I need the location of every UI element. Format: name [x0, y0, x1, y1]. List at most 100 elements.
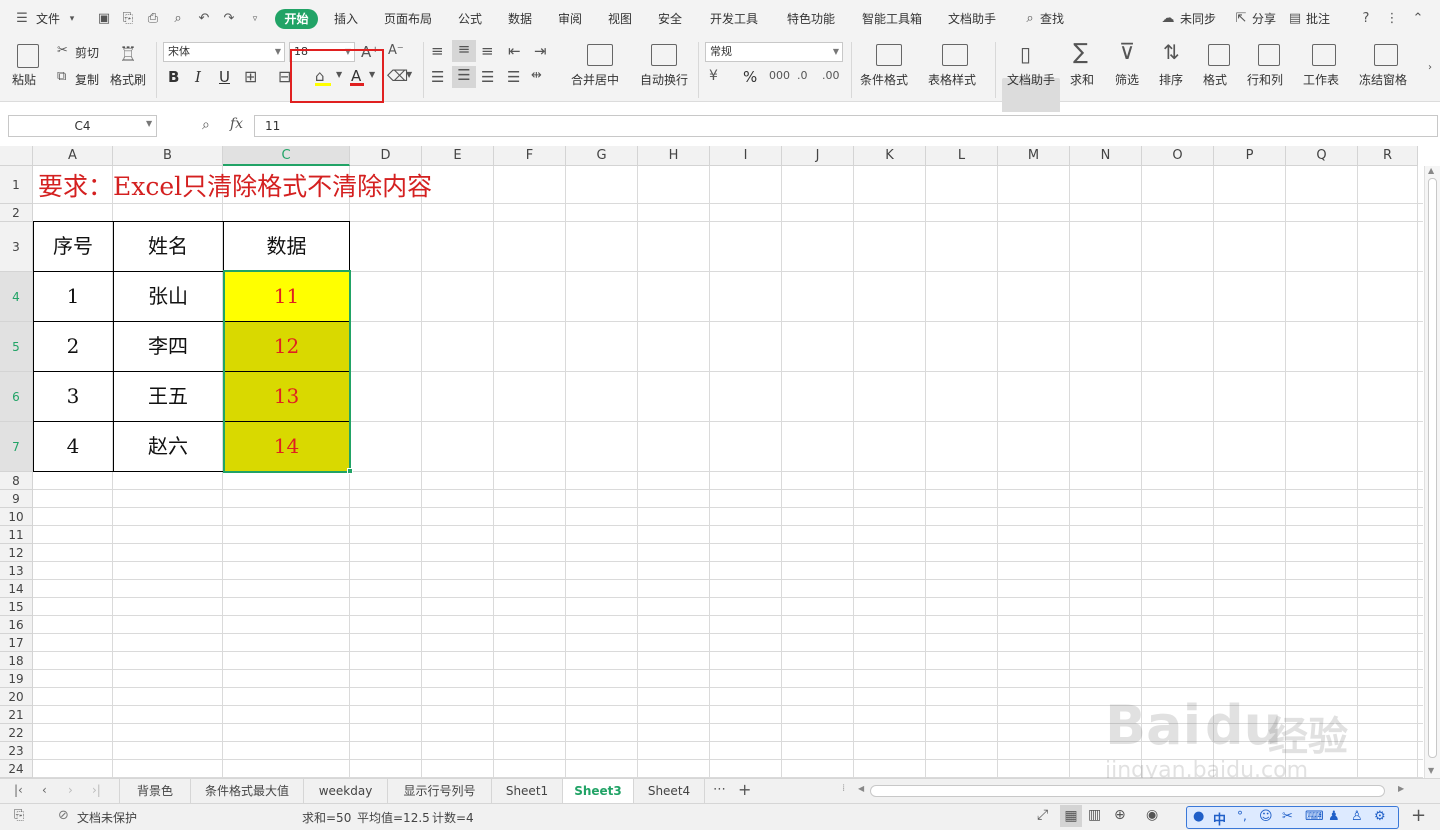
tab-security[interactable]: 安全	[658, 9, 682, 29]
align-bottom-icon[interactable]: ≡	[481, 42, 494, 60]
column-header[interactable]: K	[854, 146, 926, 166]
comment-button[interactable]: 批注	[1306, 9, 1330, 29]
scroll-down-icon[interactable]: ▼	[1428, 766, 1434, 775]
column-header[interactable]: M	[998, 146, 1070, 166]
row-header[interactable]: 3	[0, 222, 33, 272]
table-cell-data[interactable]: 14	[223, 422, 350, 471]
output-icon[interactable]: ⎘	[120, 11, 136, 27]
column-header[interactable]: Q	[1286, 146, 1358, 166]
align-top-icon[interactable]: ≡	[431, 42, 444, 60]
column-header[interactable]: R	[1358, 146, 1418, 166]
distributed-align-icon[interactable]: ⇹	[531, 68, 542, 83]
row-header[interactable]: 2	[0, 204, 33, 222]
table-cell-data[interactable]: 12	[223, 322, 350, 371]
copy-icon[interactable]: ⧉	[57, 69, 66, 84]
justify-icon[interactable]: ☰	[507, 68, 520, 86]
row-header[interactable]: 7	[0, 422, 33, 472]
row-header[interactable]: 5	[0, 322, 33, 372]
paste-button[interactable]: 粘贴	[12, 71, 36, 88]
tab-insert[interactable]: 插入	[334, 9, 358, 29]
paste-icon[interactable]	[17, 44, 39, 68]
row-header[interactable]: 23	[0, 742, 33, 760]
tab-data[interactable]: 数据	[508, 9, 532, 29]
currency-icon[interactable]: ¥	[709, 68, 718, 84]
row-header[interactable]: 9	[0, 490, 33, 508]
conditional-format-button[interactable]: 条件格式	[860, 71, 908, 88]
formula-input[interactable]: 11	[254, 115, 1438, 137]
header-cell-no[interactable]: 序号	[33, 222, 113, 271]
table-cell-no[interactable]: 1	[33, 272, 113, 321]
ime-keyboard-icon[interactable]: ⌨	[1305, 809, 1324, 824]
share-button[interactable]: 分享	[1252, 9, 1276, 29]
sum-button[interactable]: 求和	[1070, 71, 1094, 88]
page-layout-view-icon[interactable]: ⊕	[1114, 807, 1126, 823]
rows-cols-icon[interactable]	[1258, 44, 1280, 66]
row-header[interactable]: 19	[0, 670, 33, 688]
conditional-format-icon[interactable]	[876, 44, 902, 66]
fullscreen-icon[interactable]: ⤢	[1037, 807, 1048, 823]
sheet-tab[interactable]: 条件格式最大值	[191, 779, 304, 803]
cut-icon[interactable]: ✂	[57, 43, 68, 58]
macro-icon[interactable]: ⎘	[14, 808, 24, 823]
increase-decimal-icon[interactable]: .0	[797, 69, 808, 82]
column-header[interactable]: N	[1070, 146, 1142, 166]
row-header[interactable]: 11	[0, 526, 33, 544]
zoom-in-icon[interactable]: +	[1411, 805, 1426, 826]
table-cell-no[interactable]: 4	[33, 422, 113, 471]
sort-button[interactable]: 排序	[1159, 71, 1183, 88]
column-header[interactable]: I	[710, 146, 782, 166]
format-button[interactable]: 格式	[1203, 71, 1227, 88]
column-header[interactable]: A	[33, 146, 113, 166]
share-icon[interactable]: ⇱	[1233, 11, 1249, 27]
tab-special-features[interactable]: 特色功能	[787, 9, 835, 29]
tab-developer[interactable]: 开发工具	[710, 9, 758, 29]
quick-access-more-icon[interactable]: ▿	[247, 11, 263, 27]
table-cell-no[interactable]: 3	[33, 372, 113, 421]
ribbon-scroll-right-icon[interactable]: ›	[1428, 62, 1432, 73]
format-icon[interactable]	[1208, 44, 1230, 66]
format-painter-icon[interactable]: ♖	[119, 42, 137, 66]
status-sum[interactable]: 求和=50	[302, 809, 351, 826]
prev-sheet-icon[interactable]: ‹	[42, 783, 47, 797]
name-box[interactable]: C4	[8, 115, 157, 137]
horizontal-scroll-thumb[interactable]	[870, 785, 1385, 797]
more-options-icon[interactable]: ⋮	[1384, 11, 1400, 27]
column-header[interactable]: F	[494, 146, 566, 166]
sheet-tab[interactable]: 背景色	[119, 779, 191, 803]
thousands-separator-icon[interactable]: 000	[769, 69, 790, 82]
row-header[interactable]: 13	[0, 562, 33, 580]
header-cell-data[interactable]: 数据	[223, 222, 350, 271]
collapse-ribbon-icon[interactable]: ⌃	[1410, 11, 1426, 27]
align-middle-icon[interactable]: ≡	[452, 40, 476, 62]
italic-icon[interactable]: I	[195, 68, 201, 86]
select-all-corner[interactable]	[0, 146, 33, 166]
vertical-scrollbar[interactable]: ▲ ▼	[1424, 166, 1440, 778]
rows-cols-button[interactable]: 行和列	[1247, 71, 1283, 88]
sheet-tab[interactable]: Sheet4	[634, 779, 705, 803]
border-icon[interactable]: ⊞	[244, 67, 257, 86]
scroll-up-icon[interactable]: ▲	[1428, 166, 1434, 175]
column-header[interactable]: P	[1214, 146, 1286, 166]
tab-page-layout[interactable]: 页面布局	[384, 9, 432, 29]
table-style-icon[interactable]	[942, 44, 968, 66]
chevron-down-icon[interactable]: ▼	[146, 119, 152, 128]
ime-logo-icon[interactable]: ●	[1193, 809, 1204, 824]
ime-punctuation-icon[interactable]: °,	[1237, 809, 1247, 823]
row-header[interactable]: 12	[0, 544, 33, 562]
column-header[interactable]: G	[566, 146, 638, 166]
sync-status[interactable]: 未同步	[1180, 9, 1216, 29]
redo-icon[interactable]: ↷	[221, 11, 237, 27]
table-cell-no[interactable]: 2	[33, 322, 113, 371]
row-header[interactable]: 17	[0, 634, 33, 652]
column-header[interactable]: E	[422, 146, 494, 166]
cloud-sync-icon[interactable]: ☁	[1160, 11, 1176, 27]
format-painter-button[interactable]: 格式刷	[110, 71, 146, 88]
vertical-scroll-thumb[interactable]	[1428, 178, 1437, 758]
align-right-icon[interactable]: ☰	[481, 68, 494, 86]
merge-center-icon[interactable]	[587, 44, 613, 66]
ime-emoji-icon[interactable]: ☺	[1259, 809, 1273, 824]
align-center-icon[interactable]: ☰	[452, 66, 476, 88]
underline-icon[interactable]: U	[219, 68, 230, 86]
tab-review[interactable]: 审阅	[558, 9, 582, 29]
eye-protection-icon[interactable]: ◉	[1146, 807, 1158, 823]
